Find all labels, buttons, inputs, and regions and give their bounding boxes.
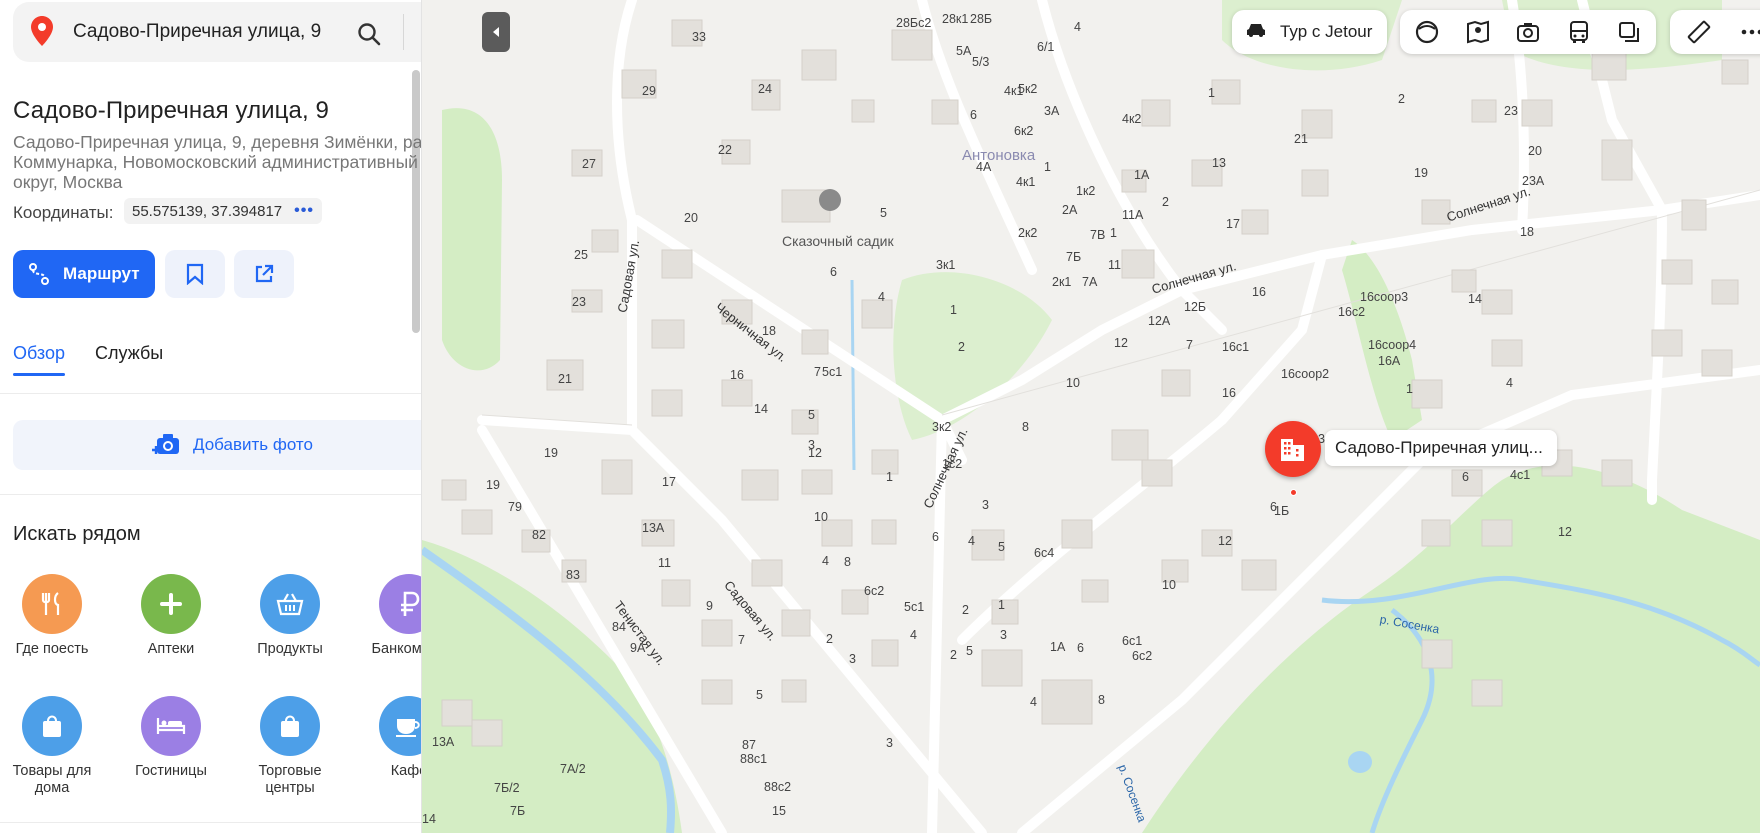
nearby-category-groceries[interactable]: Продукты <box>235 574 345 658</box>
coordinates-chip[interactable]: 55.575139, 37.394817 ••• <box>124 198 322 224</box>
route-button[interactable]: Маршрут <box>13 250 155 298</box>
add-photo-label: Добавить фото <box>193 435 313 454</box>
close-button[interactable] <box>413 14 421 54</box>
camera-panorama-icon[interactable] <box>1509 13 1547 51</box>
search-icon <box>358 23 381 46</box>
category-label: Гостиницы <box>135 763 207 779</box>
marker-point <box>1290 489 1297 496</box>
nearby-category-pharmacy[interactable]: Аптеки <box>116 574 226 658</box>
coffee-cup-icon <box>379 696 421 756</box>
nearby-category-hotels[interactable]: Гостиницы <box>116 696 226 780</box>
fork-knife-icon <box>22 574 82 634</box>
add-photo-button[interactable]: Добавить фото <box>13 420 421 470</box>
district-label: Антоновка <box>962 147 1036 164</box>
category-label: Кафе <box>390 763 421 779</box>
nearby-category-food[interactable]: Где поесть <box>0 574 107 658</box>
selected-place-marker[interactable] <box>1265 421 1321 477</box>
place-title: Садово-Приречная улица, 9 <box>13 97 329 124</box>
bookmark-button[interactable] <box>165 250 225 298</box>
nearby-title: Искать рядом <box>13 523 141 545</box>
category-label: Торговые центры <box>258 763 322 796</box>
share-button[interactable] <box>234 250 294 298</box>
divider <box>0 393 421 394</box>
bed-icon <box>141 696 201 756</box>
coordinates-value[interactable]: 55.575139, 37.394817 <box>132 203 282 220</box>
search-bar: Садово-Приречная улица, 9 <box>13 2 421 62</box>
search-input[interactable]: Садово-Приречная улица, 9 <box>73 21 321 43</box>
tools-toolbar <box>1670 10 1760 54</box>
category-label: Аптеки <box>147 641 195 657</box>
place-address: Садово-Приречная улица, 9, деревня Зимён… <box>13 132 422 192</box>
map-graphics <box>422 0 1760 833</box>
sidebar-scrollbar[interactable] <box>412 70 420 333</box>
car-icon <box>1246 22 1266 42</box>
more-dots-icon[interactable]: ••• <box>294 202 314 220</box>
tab-overview[interactable]: Обзор <box>13 343 65 376</box>
nearby-category-atm[interactable]: Банкоматы <box>354 574 422 658</box>
nearby-category-home-goods[interactable]: Товары для дома <box>0 696 107 797</box>
more-options-icon[interactable] <box>1733 13 1760 51</box>
bookmark-icon <box>186 263 204 285</box>
layers-stack-icon[interactable] <box>1610 13 1648 51</box>
poi-label-kindergarten[interactable]: Сказочный садик <box>782 233 894 249</box>
plus-icon <box>141 574 201 634</box>
bus-transport-icon[interactable] <box>1560 13 1598 51</box>
ruble-icon <box>379 574 421 634</box>
nearby-category-malls[interactable]: Торговые центры <box>235 696 345 797</box>
location-pin-icon <box>31 16 53 51</box>
collapse-sidebar-button[interactable] <box>482 12 510 52</box>
shopping-bag-icon <box>260 696 320 756</box>
category-label: Где поесть <box>15 641 89 657</box>
search-divider <box>403 14 404 50</box>
route-button-label: Маршрут <box>63 264 140 283</box>
layers-scheme-icon[interactable] <box>1408 13 1446 51</box>
divider <box>0 494 421 495</box>
divider <box>0 822 421 823</box>
category-label: Банкоматы <box>371 641 422 657</box>
add-photo-icon <box>152 434 179 454</box>
ad-chip[interactable]: Тур с Jetour <box>1232 10 1387 54</box>
basket-icon <box>260 574 320 634</box>
search-button[interactable] <box>349 14 389 54</box>
ruler-icon[interactable] <box>1680 13 1717 51</box>
category-label: Продукты <box>257 641 323 657</box>
tab-services[interactable]: Службы <box>95 343 163 376</box>
place-sidebar: Садово-Приречная улица, 9 Садово-Приречн… <box>0 0 422 833</box>
map-book-icon[interactable] <box>1459 13 1497 51</box>
chevron-left-icon <box>493 27 499 37</box>
building-icon <box>1281 439 1304 461</box>
marker-label[interactable]: Садово-Приречная улиц... <box>1325 430 1557 466</box>
nearby-category-cafe[interactable]: Кафе <box>354 696 421 780</box>
route-icon <box>29 263 49 285</box>
place-tabs: Обзор Службы <box>13 343 163 376</box>
yandex-maps-app: Антоновка Сказочный садик Садовая ул. Че… <box>0 0 1760 833</box>
layers-toolbar <box>1400 10 1656 54</box>
shopping-bag-icon <box>22 696 82 756</box>
share-icon <box>255 264 274 283</box>
map-canvas[interactable]: Антоновка Сказочный садик Садовая ул. Че… <box>422 0 1760 833</box>
category-label: Товары для дома <box>12 763 92 796</box>
ad-chip-label: Тур с Jetour <box>1280 22 1373 41</box>
coordinates-label: Координаты: <box>13 203 114 222</box>
